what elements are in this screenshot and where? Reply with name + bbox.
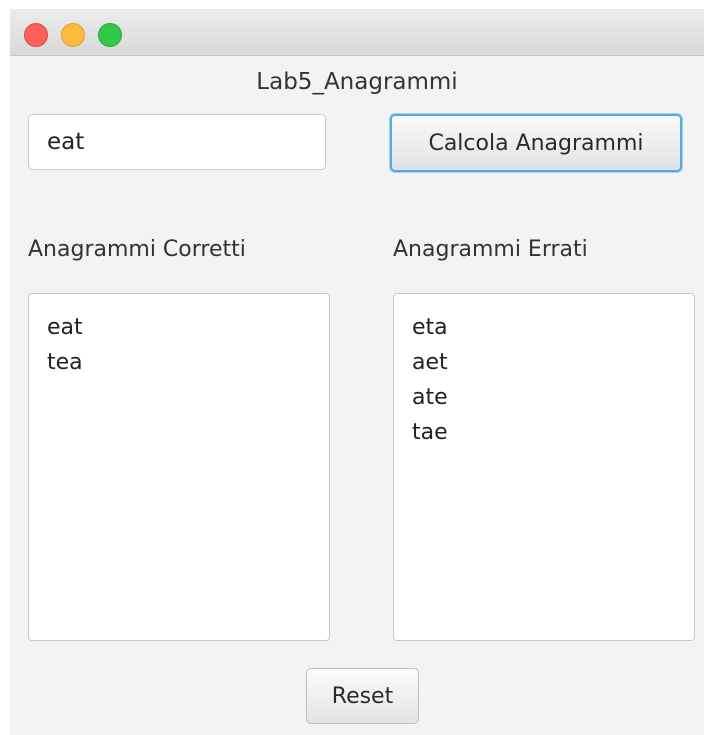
wrong-anagrams-list[interactable]: eta aet ate tae [393, 293, 695, 641]
window-title: Lab5_Anagrammi [256, 69, 458, 95]
correct-anagrams-list[interactable]: eat tea [28, 293, 330, 641]
list-item: ate [412, 385, 448, 410]
wrong-anagrams-label: Anagrammi Errati [393, 237, 588, 262]
app-window: Lab5_Anagrammi Calcola Anagrammi Anagram… [10, 9, 704, 735]
calculate-anagrams-button[interactable]: Calcola Anagrammi [390, 114, 682, 172]
title-bar [10, 9, 704, 56]
list-item: tea [47, 350, 83, 375]
list-item: tae [412, 420, 448, 445]
word-input[interactable] [28, 114, 326, 170]
list-item: aet [412, 350, 448, 375]
reset-button[interactable]: Reset [306, 668, 419, 724]
close-window-button[interactable] [24, 23, 48, 47]
list-item: eta [412, 315, 448, 340]
minimize-window-button[interactable] [61, 23, 85, 47]
maximize-window-button[interactable] [98, 23, 122, 47]
list-item: eat [47, 315, 83, 340]
correct-anagrams-label: Anagrammi Corretti [28, 237, 246, 262]
